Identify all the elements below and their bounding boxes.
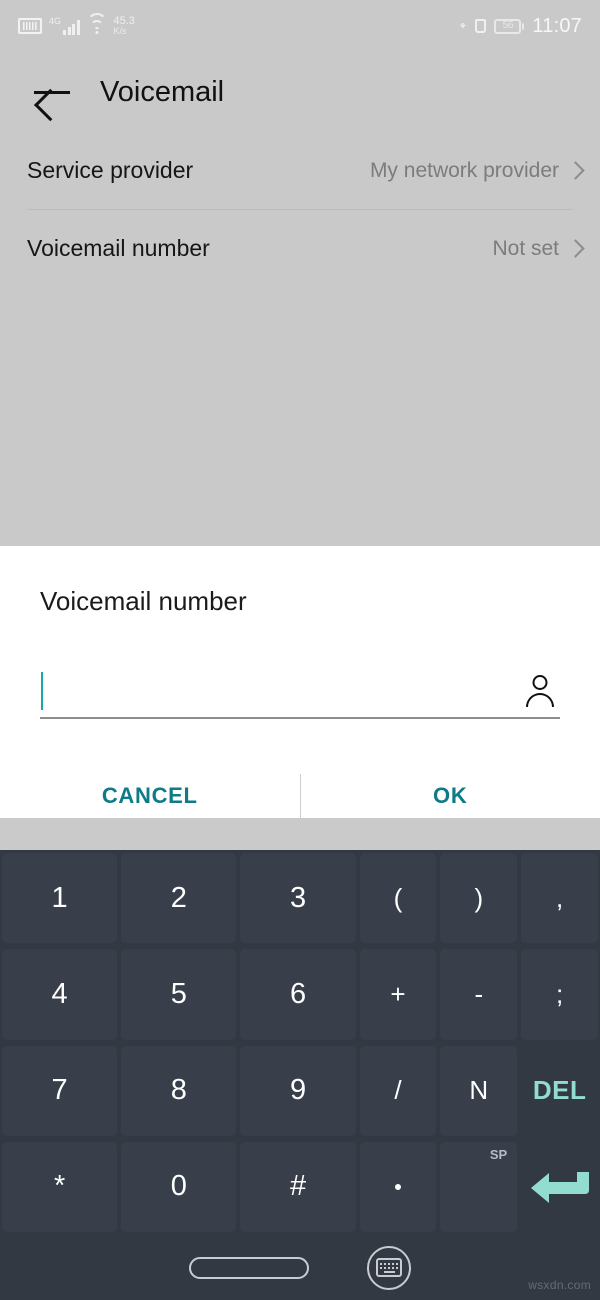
keyboard-row-3: 7 8 9 / N DEL (0, 1043, 600, 1139)
key-3[interactable]: 3 (240, 853, 356, 944)
cellular-signal-icon: 4G (49, 15, 80, 35)
key-2[interactable]: 2 (121, 853, 237, 944)
setting-value: My network provider (369, 158, 559, 182)
back-arrow-icon[interactable] (30, 70, 74, 114)
status-bar: 4G 45.3 K/s ᛭ 56 11:07 (0, 0, 600, 52)
home-pill-indicator[interactable] (189, 1256, 309, 1279)
space-key-label: SP (489, 1146, 508, 1162)
network-type-label: 4G (49, 15, 62, 26)
sim-card-icon (18, 17, 42, 34)
key-5[interactable]: 5 (121, 949, 237, 1040)
navigation-bar: wsxdn.com (0, 1235, 600, 1300)
keyboard-row-2: 4 5 6 + - ; (0, 946, 600, 1042)
voicemail-number-field[interactable] (40, 665, 560, 719)
data-rate-unit: K/s (113, 26, 127, 37)
phone-screen: 4G 45.3 K/s ᛭ 56 11:07 Voicemail Service… (0, 0, 600, 1300)
setting-label: Service provider (27, 157, 194, 183)
key-delete[interactable]: DEL (521, 1046, 598, 1136)
status-bar-left: 4G 45.3 K/s (18, 12, 135, 37)
keyboard-row-4: * 0 # SP (0, 1139, 600, 1235)
key-asterisk[interactable]: * (2, 1141, 118, 1232)
app-bar: Voicemail (0, 52, 600, 132)
key-6[interactable]: 6 (240, 949, 356, 1040)
period-glyph (395, 1183, 401, 1190)
setting-value-group: Not set (492, 236, 585, 261)
setting-row-voicemail-number[interactable]: Voicemail number Not set (0, 210, 600, 287)
key-semicolon[interactable]: ; (521, 949, 598, 1040)
setting-row-service-provider[interactable]: Service provider My network provider (0, 132, 600, 209)
key-comma[interactable]: , (521, 853, 598, 944)
key-plus[interactable]: + (359, 949, 437, 1040)
chevron-right-icon (566, 161, 585, 180)
key-9[interactable]: 9 (240, 1045, 356, 1136)
key-slash[interactable]: / (359, 1045, 437, 1136)
key-period[interactable] (359, 1141, 437, 1232)
dialog-title: Voicemail number (40, 586, 247, 616)
key-minus[interactable]: - (440, 949, 518, 1040)
person-icon[interactable] (522, 673, 558, 709)
key-7[interactable]: 7 (2, 1045, 118, 1136)
watermark: wsxdn.com (528, 1278, 591, 1292)
voicemail-number-dialog: Voicemail number CANCEL OK (0, 546, 600, 818)
battery-level-label: 56 (502, 20, 514, 31)
voicemail-number-input[interactable] (43, 677, 522, 705)
keyboard-glyph (376, 1258, 402, 1277)
page-title: Voicemail (100, 75, 225, 108)
numeric-keyboard: 1 2 3 ( ) , 4 5 6 + - ; 7 8 9 / N DEL * … (0, 850, 600, 1235)
chevron-right-icon (566, 239, 585, 258)
wifi-icon (86, 12, 107, 34)
signal-bars-icon (63, 19, 80, 35)
status-bar-clock: 11:07 (532, 14, 582, 37)
settings-list: Service provider My network provider Voi… (0, 132, 600, 287)
alarm-icon (475, 19, 487, 33)
key-n[interactable]: N (440, 1045, 518, 1136)
data-rate-indicator: 45.3 K/s (113, 15, 135, 37)
key-4[interactable]: 4 (2, 949, 118, 1040)
key-1[interactable]: 1 (2, 853, 118, 944)
status-bar-right: ᛭ 56 11:07 (458, 15, 582, 38)
keyboard-row-1: 1 2 3 ( ) , (0, 850, 600, 946)
enter-return-icon (529, 1170, 591, 1204)
setting-value-group: My network provider (369, 158, 585, 183)
keyboard-hide-icon[interactable] (367, 1245, 411, 1290)
key-enter[interactable] (521, 1142, 598, 1232)
keyboard-suggestion-strip (0, 818, 600, 850)
key-8[interactable]: 8 (121, 1045, 237, 1136)
key-space[interactable]: SP (440, 1141, 518, 1232)
battery-icon: 56 (494, 18, 525, 34)
key-open-paren[interactable]: ( (359, 853, 437, 944)
key-hash[interactable]: # (240, 1141, 356, 1232)
setting-value: Not set (492, 236, 559, 260)
bluetooth-icon: ᛭ (458, 17, 468, 35)
key-0[interactable]: 0 (121, 1141, 237, 1232)
key-close-paren[interactable]: ) (440, 853, 518, 944)
setting-label: Voicemail number (27, 235, 210, 261)
